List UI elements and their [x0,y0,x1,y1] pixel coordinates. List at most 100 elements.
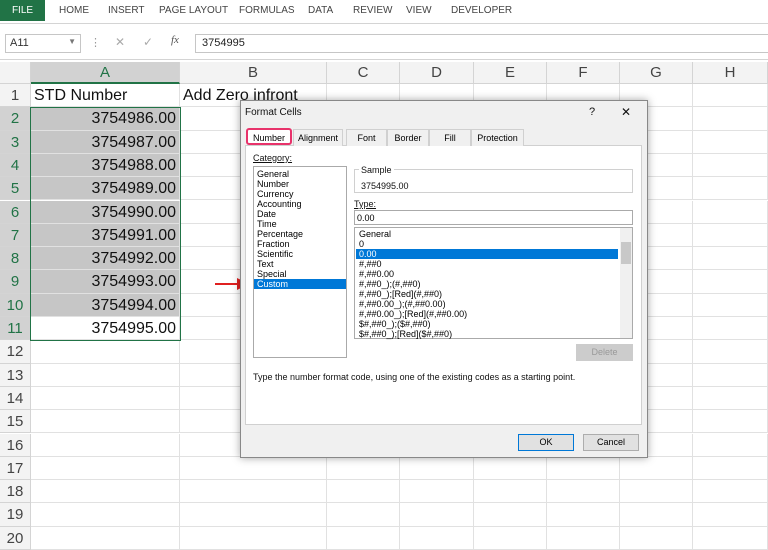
cell[interactable] [400,456,474,481]
delete-button[interactable]: Delete [576,344,633,361]
cell[interactable] [620,480,693,504]
cell[interactable] [693,456,768,481]
tab-formulas[interactable]: FORMULAS [239,5,295,16]
format-list[interactable]: General 0 0.00 #,##0 #,##0.00 #,##0_);(#,##0)… [354,227,633,339]
row-header-17[interactable]: 17 [0,456,31,481]
format-item[interactable]: $#,##0_);[Red]($#,##0) [356,329,618,339]
chevron-down-icon[interactable]: ▼ [68,37,76,46]
column-header-F[interactable]: F [547,62,620,84]
column-header-D[interactable]: D [400,62,474,84]
category-item[interactable]: General [254,169,346,179]
tab-view[interactable]: VIEW [406,5,432,16]
category-item[interactable]: Fraction [254,239,346,249]
formula-input[interactable]: 3754995 [195,34,768,53]
cell[interactable] [400,480,474,504]
cell[interactable] [693,107,768,131]
help-button[interactable]: ? [589,106,595,118]
cell[interactable] [693,526,768,550]
cell[interactable] [693,223,768,248]
cancel-icon[interactable]: ✕ [115,35,125,49]
cell[interactable] [31,503,180,527]
row-header-7[interactable]: 7 [0,223,31,248]
row-header-4[interactable]: 4 [0,153,31,178]
row-header-16[interactable]: 16 [0,433,31,457]
format-item[interactable]: #,##0_);[Red](#,##0) [356,289,618,299]
cell-a5[interactable]: 3754989.00 [31,177,180,201]
close-button[interactable]: ✕ [621,105,631,119]
cell[interactable] [31,410,180,434]
cell[interactable] [693,153,768,178]
cell[interactable] [327,503,400,527]
category-item[interactable]: Percentage [254,229,346,239]
cell[interactable] [693,293,768,317]
cell[interactable] [693,177,768,201]
row-header-14[interactable]: 14 [0,386,31,411]
cell-a2[interactable]: 3754986.00 [31,107,180,131]
cell[interactable] [31,340,180,364]
cell[interactable] [31,456,180,481]
file-tab[interactable]: FILE [0,0,45,21]
category-item[interactable]: Currency [254,189,346,199]
row-header-12[interactable]: 12 [0,340,31,364]
row-header-6[interactable]: 6 [0,200,31,224]
cell[interactable] [31,526,180,550]
cell-a1[interactable]: STD Number [31,84,180,108]
cell[interactable] [693,363,768,387]
tab-home[interactable]: HOME [59,5,89,16]
format-item[interactable]: #,##0.00_);(#,##0.00) [356,299,618,309]
category-item[interactable]: Accounting [254,199,346,209]
cell[interactable] [693,200,768,224]
row-header-20[interactable]: 20 [0,526,31,550]
format-item[interactable]: General [356,229,618,239]
column-header-G[interactable]: G [620,62,693,84]
tab-number[interactable]: Number [246,128,292,145]
cell[interactable] [693,247,768,271]
row-header-15[interactable]: 15 [0,410,31,434]
cell[interactable] [327,456,400,481]
cell[interactable] [180,526,327,550]
row-header-3[interactable]: 3 [0,130,31,154]
cell[interactable] [693,433,768,457]
tab-fill[interactable]: Fill [429,129,471,146]
row-header-11[interactable]: 11 [0,317,31,341]
cell[interactable] [693,386,768,411]
row-header-5[interactable]: 5 [0,177,31,201]
tab-developer[interactable]: DEVELOPER [451,5,512,16]
category-item[interactable]: Text [254,259,346,269]
tab-font[interactable]: Font [346,129,387,146]
cell[interactable] [620,526,693,550]
cell[interactable] [31,480,180,504]
cell-a10[interactable]: 3754994.00 [31,293,180,317]
cell[interactable] [547,503,620,527]
cell[interactable] [31,433,180,457]
cell[interactable] [180,503,327,527]
cell[interactable] [31,386,180,411]
column-header-E[interactable]: E [474,62,547,84]
function-icon[interactable]: fx [171,34,179,46]
category-item[interactable]: Special [254,269,346,279]
tab-alignment[interactable]: Alignment [293,129,343,146]
row-header-18[interactable]: 18 [0,480,31,504]
cell[interactable] [180,456,327,481]
cell[interactable] [693,480,768,504]
format-item[interactable]: #,##0.00_);[Red](#,##0.00) [356,309,618,319]
cell[interactable] [693,130,768,154]
tab-insert[interactable]: INSERT [108,5,145,16]
cell[interactable] [474,480,547,504]
category-item[interactable]: Number [254,179,346,189]
scrollbar[interactable] [620,228,632,338]
category-item[interactable]: Custom [254,279,346,289]
cell-a9[interactable]: 3754993.00 [31,270,180,294]
cell[interactable] [620,503,693,527]
category-list[interactable]: General Number Currency Accounting Date Time P… [253,166,347,358]
category-item[interactable]: Time [254,219,346,229]
cell[interactable] [547,480,620,504]
format-item[interactable]: #,##0.00 [356,269,618,279]
cell-a7[interactable]: 3754991.00 [31,223,180,248]
category-item[interactable]: Scientific [254,249,346,259]
select-all-corner[interactable] [0,62,31,84]
format-item[interactable]: 0.00 [356,249,618,259]
column-header-H[interactable]: H [693,62,768,84]
cell[interactable] [693,84,768,108]
tab-page-layout[interactable]: PAGE LAYOUT [159,5,228,16]
